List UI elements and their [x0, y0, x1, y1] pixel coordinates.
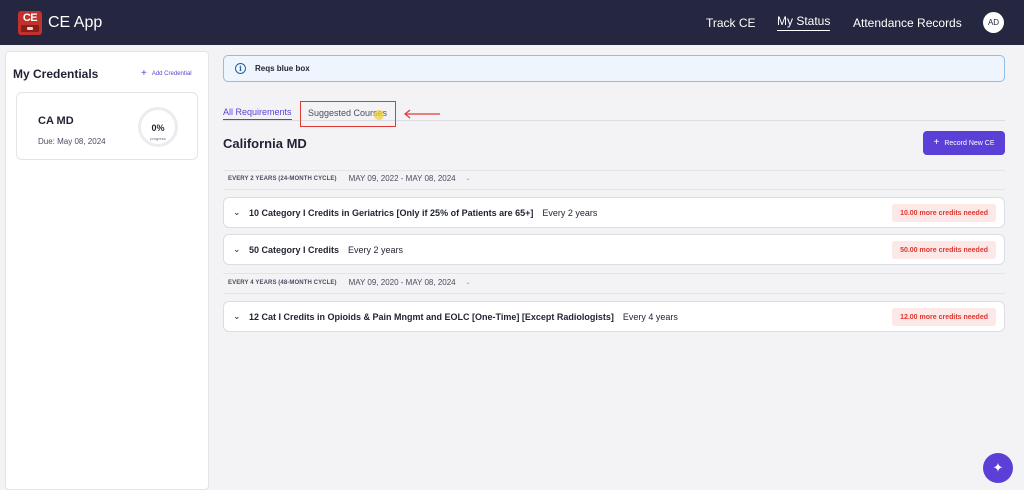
- cycle-dates: MAY 09, 2022 - MAY 08, 2024: [348, 174, 456, 183]
- cycle-divider: [223, 170, 1005, 171]
- nav-attendance-label: Attendance Records: [853, 15, 962, 30]
- requirement-frequency: Every 4 years: [622, 311, 678, 322]
- requirement-row[interactable]: ⌄ 10 Category I Credits in Geriatrics [O…: [223, 197, 1005, 228]
- nav-attendance-records[interactable]: Attendance Records: [853, 0, 962, 45]
- logo-dot: [27, 26, 33, 30]
- cycle-label: EVERY 2 YEARS (24-MONTH CYCLE): [228, 175, 337, 182]
- requirement-row[interactable]: ⌄ 50 Category I Credits Every 2 years 50…: [223, 234, 1005, 265]
- credits-needed-badge: 10.00 more credits needed: [892, 204, 996, 222]
- plus-icon: +: [141, 68, 147, 79]
- requirement-frequency: Every 2 years: [542, 207, 598, 218]
- add-credential-label: Add Credential: [151, 71, 192, 77]
- info-circle-icon: i: [235, 63, 246, 74]
- add-credential-button[interactable]: + Add Credential: [141, 68, 192, 79]
- requirements-info-box: i Reqs blue box: [223, 55, 1005, 82]
- app-title: CE App: [48, 13, 103, 31]
- nav-track-ce-label: Track CE: [706, 15, 756, 30]
- nav-my-status-label: My Status: [777, 14, 831, 31]
- chevron-down-icon[interactable]: ⌄: [233, 311, 241, 322]
- section-title: California MD: [223, 136, 307, 151]
- credentials-panel: My Credentials + Add Credential CA MD Du…: [5, 51, 209, 490]
- credential-due-date: Due: May 08, 2024: [38, 137, 106, 146]
- chevron-down-icon[interactable]: ⌄: [233, 207, 241, 218]
- app-logo[interactable]: CE: [18, 10, 42, 35]
- cycle-header[interactable]: EVERY 2 YEARS (24-MONTH CYCLE) MAY 09, 2…: [228, 174, 471, 183]
- chevron-down-icon[interactable]: ⌄: [233, 244, 241, 255]
- requirement-frequency: Every 2 years: [348, 244, 404, 255]
- cycle-header[interactable]: EVERY 4 YEARS (48-MONTH CYCLE) MAY 09, 2…: [228, 278, 471, 287]
- credits-needed-badge: 12.00 more credits needed: [892, 308, 996, 326]
- requirement-title: 10 Category I Credits in Geriatrics [Onl…: [249, 207, 534, 218]
- user-avatar[interactable]: AD: [983, 12, 1004, 33]
- cycle-divider: [223, 293, 1005, 294]
- cycle-divider: [223, 189, 1005, 190]
- nav-my-status[interactable]: My Status: [777, 0, 831, 45]
- plus-icon: +: [933, 137, 940, 148]
- info-box-text: Reqs blue box: [255, 64, 310, 73]
- progress-percent: 0%: [151, 123, 165, 133]
- sparkle-icon: ✦: [992, 460, 1004, 475]
- cursor-highlight-icon: [374, 110, 384, 120]
- requirement-title: 50 Category I Credits: [249, 244, 340, 255]
- logo-text: CE: [22, 11, 38, 24]
- cycle-dates: MAY 09, 2020 - MAY 08, 2024: [348, 278, 456, 287]
- chevron-down-icon[interactable]: ⌄: [466, 279, 471, 286]
- cycle-label: EVERY 4 YEARS (48-MONTH CYCLE): [228, 279, 337, 286]
- credits-needed-badge: 50.00 more credits needed: [892, 241, 996, 259]
- requirement-title: 12 Cat I Credits in Opioids & Pain Mngmt…: [249, 311, 614, 322]
- progress-label: progress: [150, 136, 166, 141]
- credential-name: CA MD: [38, 115, 74, 127]
- chevron-down-icon[interactable]: ⌄: [466, 175, 471, 182]
- annotation-arrow-icon: [404, 109, 440, 119]
- record-new-ce-button[interactable]: + Record New CE: [923, 131, 1005, 155]
- ai-assistant-button[interactable]: ✦: [983, 453, 1013, 483]
- progress-ring: 0% progress: [138, 107, 178, 147]
- credential-card[interactable]: CA MD Due: May 08, 2024 0% progress: [16, 92, 198, 160]
- nav-track-ce[interactable]: Track CE: [706, 0, 756, 45]
- record-new-ce-label: Record New CE: [944, 139, 995, 147]
- requirement-row[interactable]: ⌄ 12 Cat I Credits in Opioids & Pain Mng…: [223, 301, 1005, 332]
- tab-all-requirements[interactable]: All Requirements: [223, 107, 292, 120]
- cycle-divider: [223, 273, 1005, 274]
- credentials-title: My Credentials: [13, 67, 99, 81]
